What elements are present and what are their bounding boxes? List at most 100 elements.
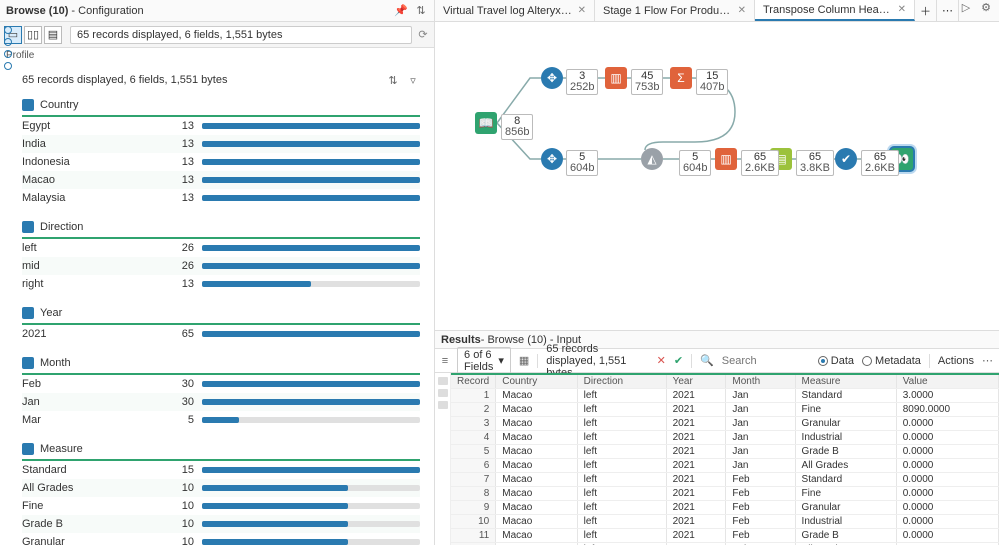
- cell: 2021: [666, 487, 726, 501]
- profile-row[interactable]: right 13: [22, 275, 420, 293]
- canvas-tool-select2[interactable]: ✥: [541, 148, 563, 170]
- close-tab-icon[interactable]: ✕: [738, 5, 746, 16]
- view-split-button[interactable]: ▯▯: [24, 26, 42, 44]
- metadata-radio[interactable]: Metadata: [862, 355, 921, 367]
- profile-row[interactable]: mid 26: [22, 257, 420, 275]
- workflow-tab[interactable]: Stage 1 Flow For Product Review Table.y……: [595, 0, 755, 21]
- table-row[interactable]: 5Macaoleft2021JanGrade B0.0000: [451, 445, 999, 459]
- filter-icon[interactable]: ▿: [406, 73, 420, 87]
- table-row[interactable]: 11Macaoleft2021FebGrade B0.0000: [451, 529, 999, 543]
- profile-row[interactable]: Feb 30: [22, 375, 420, 393]
- profile-row[interactable]: Granular 10: [22, 533, 420, 545]
- profile-row[interactable]: Jan 30: [22, 393, 420, 411]
- close-tab-icon[interactable]: ✕: [898, 4, 906, 15]
- workflow-tab[interactable]: Transpose Column Headers split across … …: [755, 0, 915, 21]
- profile-row-count: 13: [172, 138, 202, 150]
- table-row[interactable]: 3Macaoleft2021JanGranular0.0000: [451, 417, 999, 431]
- canvas-tool-join2[interactable]: ▥: [715, 148, 737, 170]
- col-header[interactable]: Record: [451, 375, 496, 389]
- sort-icon[interactable]: ⇅: [386, 73, 400, 87]
- category-name: Year: [40, 307, 62, 319]
- table-row[interactable]: 2Macaoleft2021JanFine8090.0000: [451, 403, 999, 417]
- col-header[interactable]: Value: [896, 375, 998, 389]
- cell: 6: [451, 459, 496, 473]
- profile-row[interactable]: Standard 15: [22, 461, 420, 479]
- profile-row-bar: [202, 417, 420, 423]
- collapse-icon[interactable]: ⇅: [414, 4, 428, 18]
- data-radio[interactable]: Data: [818, 355, 854, 367]
- config-header: Browse (10) - Configuration 📌 ⇅: [0, 0, 434, 22]
- canvas-tool-select1[interactable]: ✥: [541, 67, 563, 89]
- profile-row-count: 10: [172, 500, 202, 512]
- profile-row[interactable]: Malaysia 13: [22, 189, 420, 207]
- tab-overflow-button[interactable]: ⋯: [937, 0, 959, 21]
- results-menu-icon[interactable]: ≡: [441, 354, 449, 368]
- profile-row[interactable]: All Grades 10: [22, 479, 420, 497]
- profile-row-label: Feb: [22, 378, 172, 390]
- tool-annotation: 652.6KB: [741, 150, 779, 176]
- table-row[interactable]: 8Macaoleft2021FebFine0.0000: [451, 487, 999, 501]
- profile-row-bar: [202, 159, 420, 165]
- col-header[interactable]: Country: [496, 375, 577, 389]
- col-header[interactable]: Month: [726, 375, 795, 389]
- category-header[interactable]: Measure: [22, 439, 420, 461]
- profile-category: Direction left 26 mid 26 right 13: [22, 217, 420, 293]
- table-row[interactable]: 6Macaoleft2021JanAll Grades0.0000: [451, 459, 999, 473]
- profile-row-count: 13: [172, 156, 202, 168]
- settings-icon[interactable]: ⚙: [979, 0, 993, 14]
- canvas-tool-input[interactable]: 📖: [475, 112, 497, 134]
- profile-row-bar: [202, 141, 420, 147]
- profile-row-label: mid: [22, 260, 172, 272]
- profile-row[interactable]: Indonesia 13: [22, 153, 420, 171]
- table-row[interactable]: 7Macaoleft2021FebStandard0.0000: [451, 473, 999, 487]
- workflow-canvas[interactable]: 📖✥▥Σ✥◭▥▤✔👀8856b3252b45753b15407b5604b560…: [435, 22, 999, 330]
- canvas-tool-tool2[interactable]: ◭: [641, 148, 663, 170]
- pin-icon[interactable]: 📌: [394, 4, 408, 18]
- profile-row[interactable]: Macao 13: [22, 171, 420, 189]
- cell: left: [577, 515, 666, 529]
- run-icon[interactable]: ▷: [959, 0, 973, 14]
- close-tab-icon[interactable]: ✕: [578, 5, 586, 16]
- category-header[interactable]: Direction: [22, 217, 420, 239]
- refresh-icon[interactable]: ⟳: [416, 28, 430, 42]
- table-row[interactable]: 1Macaoleft2021JanStandard3.0000: [451, 389, 999, 403]
- tool-annotation: 8856b: [501, 114, 533, 140]
- col-header[interactable]: Measure: [795, 375, 896, 389]
- canvas-tool-filter[interactable]: ✔: [835, 148, 857, 170]
- cell: 9: [451, 501, 496, 515]
- actions-link[interactable]: Actions: [938, 355, 974, 367]
- results-table-wrap[interactable]: RecordCountryDirectionYearMonthMeasureVa…: [451, 373, 999, 545]
- cell: 2021: [666, 389, 726, 403]
- profile-row[interactable]: India 13: [22, 135, 420, 153]
- profile-row[interactable]: Grade B 10: [22, 515, 420, 533]
- cell: Fine: [795, 403, 896, 417]
- canvas-tool-join1[interactable]: ▥: [605, 67, 627, 89]
- cell: 0.0000: [896, 473, 998, 487]
- profile-row[interactable]: left 26: [22, 239, 420, 257]
- col-header[interactable]: Year: [666, 375, 726, 389]
- cell: Jan: [726, 389, 795, 403]
- table-row[interactable]: 9Macaoleft2021FebGranular0.0000: [451, 501, 999, 515]
- table-row[interactable]: 4Macaoleft2021JanIndustrial0.0000: [451, 431, 999, 445]
- new-tab-button[interactable]: ＋: [915, 0, 937, 21]
- more-icon[interactable]: ⋯: [982, 354, 993, 368]
- profile-row[interactable]: Egypt 13: [22, 117, 420, 135]
- table-row[interactable]: 10Macaoleft2021FebIndustrial0.0000: [451, 515, 999, 529]
- canvas-tool-sum1[interactable]: Σ: [670, 67, 692, 89]
- view-table-button[interactable]: ▤: [44, 26, 62, 44]
- category-header[interactable]: Year: [22, 303, 420, 325]
- cell-view-icon[interactable]: ▦: [519, 354, 529, 368]
- profile-row-bar: [202, 521, 420, 527]
- profile-row[interactable]: 2021 65: [22, 325, 420, 343]
- apply-icon[interactable]: ✔: [674, 354, 683, 368]
- workflow-tab[interactable]: Virtual Travel log Alteryx Workflow.yxmd…: [435, 0, 595, 21]
- search-input[interactable]: [722, 355, 802, 367]
- category-header[interactable]: Country: [22, 95, 420, 117]
- col-header[interactable]: Direction: [577, 375, 666, 389]
- category-header[interactable]: Month: [22, 353, 420, 375]
- clear-icon[interactable]: ✕: [657, 354, 666, 368]
- results-side-icons: [435, 373, 451, 545]
- profile-row[interactable]: Mar 5: [22, 411, 420, 429]
- fields-dropdown[interactable]: 6 of 6 Fields ▾: [457, 347, 511, 375]
- profile-row[interactable]: Fine 10: [22, 497, 420, 515]
